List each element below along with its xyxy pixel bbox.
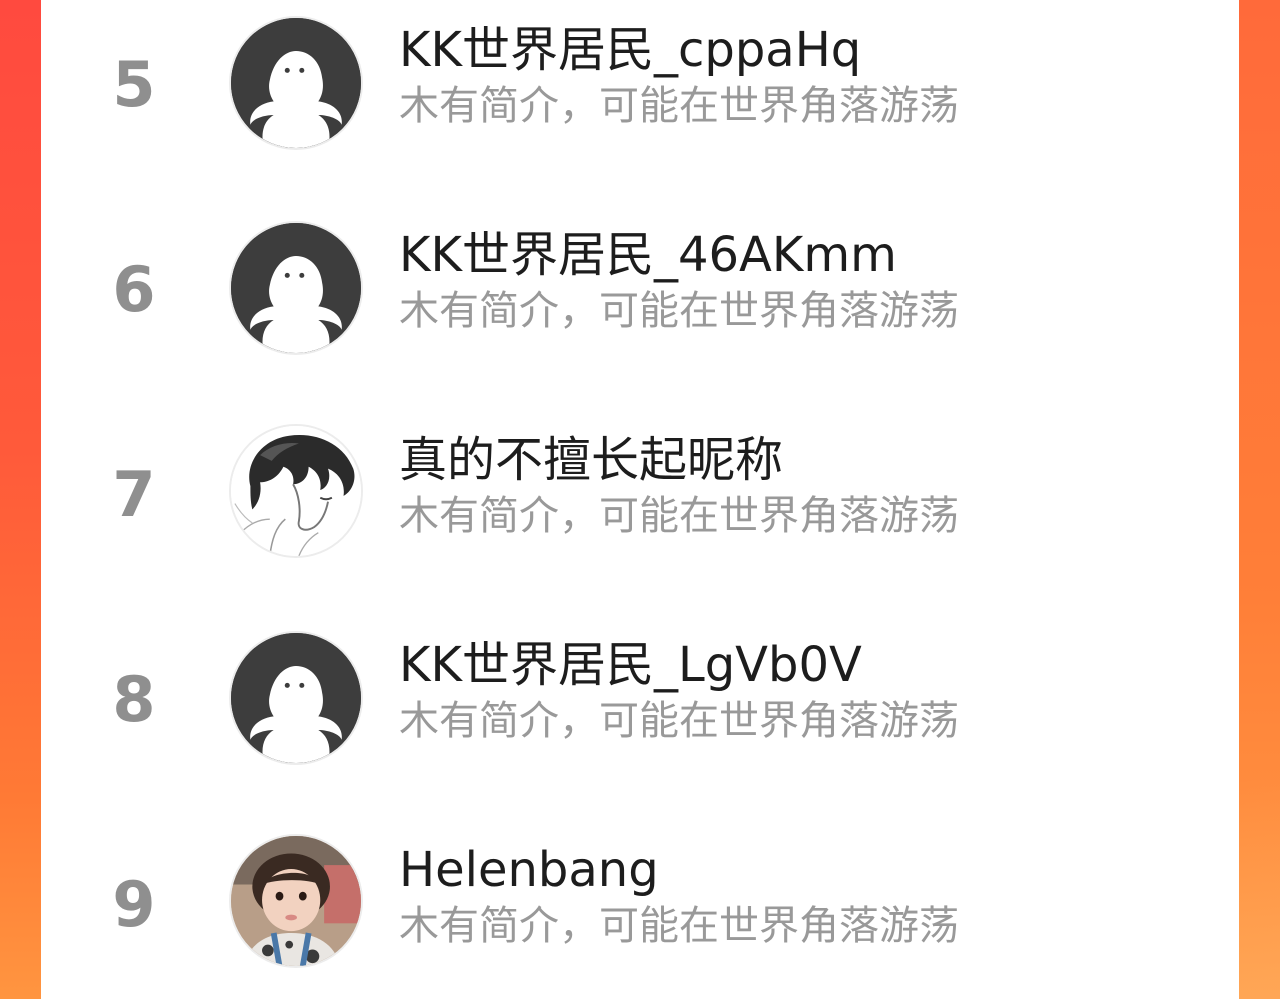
- child-photo-avatar[interactable]: [229, 834, 363, 968]
- user-bio: 木有简介，可能在世界角落游荡: [399, 493, 959, 539]
- ranking-row[interactable]: 7 真的不擅长起昵称 木有简介，可能在世界角落游荡: [41, 420, 1239, 570]
- rank-number: 5: [112, 48, 156, 121]
- user-nickname[interactable]: KK世界居民_cppaHq: [399, 22, 861, 78]
- user-bio: 木有简介，可能在世界角落游荡: [399, 288, 959, 334]
- default-avatar-icon[interactable]: [229, 16, 363, 150]
- user-bio: 木有简介，可能在世界角落游荡: [399, 698, 959, 744]
- user-nickname[interactable]: Helenbang: [399, 842, 659, 898]
- user-bio: 木有简介，可能在世界角落游荡: [399, 83, 959, 129]
- user-nickname[interactable]: 真的不擅长起昵称: [399, 432, 783, 488]
- ranking-page: 5 KK世界居民_cppaHq 木有简介，可能在世界角落游荡 6 KK世界居民_…: [0, 0, 1280, 999]
- ranking-row[interactable]: 9 Helenbang 木有简介，可能在世界角落游荡: [41, 830, 1239, 980]
- rank-number: 8: [112, 663, 156, 736]
- ranking-row[interactable]: 8 KK世界居民_LgVb0V 木有简介，可能在世界角落游荡: [41, 625, 1239, 775]
- user-nickname[interactable]: KK世界居民_LgVb0V: [399, 637, 862, 693]
- background-strip-right: [1238, 0, 1280, 999]
- ranking-list: 5 KK世界居民_cppaHq 木有简介，可能在世界角落游荡 6 KK世界居民_…: [41, 0, 1239, 999]
- rank-number: 7: [112, 458, 156, 531]
- user-nickname[interactable]: KK世界居民_46AKmm: [399, 227, 897, 283]
- anime-sketch-avatar[interactable]: [229, 424, 363, 558]
- rank-number: 6: [112, 253, 156, 326]
- ranking-row[interactable]: 6 KK世界居民_46AKmm 木有简介，可能在世界角落游荡: [41, 215, 1239, 365]
- default-avatar-icon[interactable]: [229, 631, 363, 765]
- user-bio: 木有简介，可能在世界角落游荡: [399, 903, 959, 949]
- default-avatar-icon[interactable]: [229, 221, 363, 355]
- rank-number: 9: [112, 868, 156, 941]
- ranking-row[interactable]: 5 KK世界居民_cppaHq 木有简介，可能在世界角落游荡: [41, 10, 1239, 160]
